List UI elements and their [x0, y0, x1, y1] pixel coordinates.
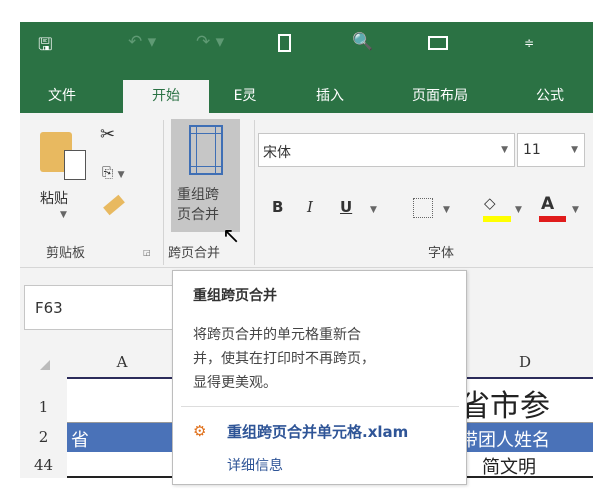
italic-button[interactable]: I: [307, 198, 313, 216]
underline-button[interactable]: U: [340, 198, 352, 216]
save-icon[interactable]: 🖫: [38, 32, 52, 61]
borders-dropdown-icon[interactable]: ▼: [443, 205, 450, 215]
addin-gear-icon: ⚙: [193, 422, 207, 440]
row-header[interactable]: 2: [20, 423, 67, 452]
dialog-launcher-icon[interactable]: ◲: [143, 248, 151, 257]
font-color-button[interactable]: A: [541, 194, 554, 214]
tooltip-divider: [181, 406, 459, 407]
select-all-icon[interactable]: [40, 360, 50, 370]
column-header-d[interactable]: D: [470, 348, 580, 376]
fill-color-dropdown-icon[interactable]: ▼: [515, 205, 522, 215]
font-name-select[interactable]: 宋体 ▼: [258, 133, 515, 167]
font-color-dropdown-icon[interactable]: ▼: [572, 205, 579, 215]
customize-icon[interactable]: ≑: [524, 36, 534, 50]
tab-page-layout[interactable]: 页面布局: [395, 80, 485, 113]
paste-page-icon: [64, 150, 86, 180]
font-color-bar: [539, 216, 566, 222]
group-label-font: 字体: [428, 246, 455, 261]
underline-dropdown-icon[interactable]: ▼: [370, 205, 377, 215]
paste-dropdown-icon[interactable]: ▼: [60, 210, 67, 220]
tab-insert[interactable]: 插入: [305, 80, 355, 113]
cell-d44: 简文明: [482, 457, 536, 478]
borders-icon[interactable]: [413, 198, 433, 218]
more-info-link[interactable]: 详细信息: [227, 455, 283, 475]
undo-icon[interactable]: ↶ ▾: [128, 32, 156, 52]
group-label-clipboard: 剪贴板: [46, 246, 86, 261]
tab-eling[interactable]: E灵: [222, 80, 268, 113]
new-document-icon[interactable]: [278, 34, 291, 52]
tooltip: 重组跨页合并 将跨页合并的单元格重新合 并，使其在打印时不再跨页， 显得更美观。…: [172, 270, 467, 485]
cell-d1: 省市参: [460, 389, 550, 424]
tooltip-description: 将跨页合并的单元格重新合 并，使其在打印时不再跨页， 显得更美观。: [193, 323, 463, 395]
font-name-value: 宋体: [263, 145, 291, 161]
tab-home[interactable]: 开始: [123, 80, 209, 113]
cell-a2: 省: [71, 430, 89, 451]
group-label-merge: 跨页合并: [168, 246, 221, 261]
open-folder-icon[interactable]: [428, 36, 448, 50]
tooltip-desc-line: 将跨页合并的单元格重新合: [193, 327, 361, 343]
mouse-cursor-icon: ↖: [222, 224, 241, 249]
merge-line2: 页合并: [177, 207, 219, 223]
fill-color-bar: [483, 216, 511, 222]
bold-button[interactable]: B: [272, 198, 283, 216]
font-size-value: 11: [523, 142, 541, 158]
print-preview-icon[interactable]: 🔍: [352, 32, 373, 52]
addin-file-link[interactable]: 重组跨页合并单元格.xlam: [227, 421, 408, 442]
tooltip-desc-line: 并，使其在打印时不再跨页，: [193, 351, 375, 367]
row-header[interactable]: 44: [20, 452, 67, 478]
name-box[interactable]: F63: [24, 285, 174, 330]
font-size-select[interactable]: 11 ▼: [517, 133, 585, 167]
tab-file[interactable]: 文件: [36, 80, 88, 113]
tooltip-title: 重组跨页合并: [193, 288, 277, 304]
fill-color-icon[interactable]: ◇: [484, 194, 496, 212]
merge-grid-icon: [189, 125, 223, 175]
chevron-down-icon: ▼: [571, 145, 578, 155]
cell-d2: 带团人姓名: [460, 430, 550, 451]
copy-icon[interactable]: ⎘ ▼: [102, 165, 125, 181]
redo-icon[interactable]: ↷ ▾: [196, 32, 224, 52]
merge-across-pages-button[interactable]: 重组跨 页合并: [171, 119, 240, 232]
paste-button[interactable]: 粘贴: [40, 188, 68, 208]
column-header-a[interactable]: A: [67, 348, 177, 376]
chevron-down-icon: ▼: [501, 145, 508, 155]
tooltip-desc-line: 显得更美观。: [193, 375, 277, 391]
tab-formulas[interactable]: 公式: [525, 80, 575, 113]
cut-icon[interactable]: ✂: [100, 124, 115, 145]
merge-line1: 重组跨: [177, 187, 219, 203]
row-header[interactable]: 1: [20, 377, 67, 423]
